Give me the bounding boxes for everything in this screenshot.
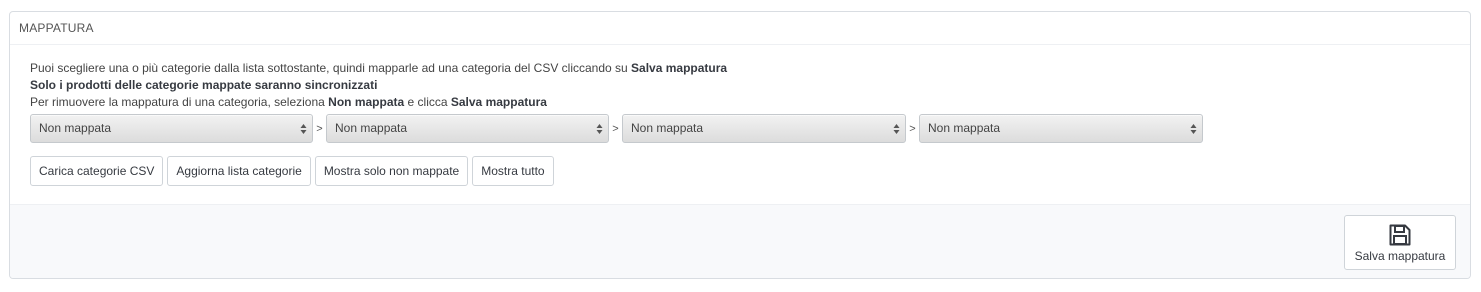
select-arrows-icon bbox=[300, 124, 307, 134]
category-select-3[interactable]: Non mappata bbox=[622, 114, 906, 143]
description-line-3-text-a: Per rimuovere la mappatura di una catego… bbox=[30, 95, 329, 109]
refresh-category-list-button[interactable]: Aggiorna lista categorie bbox=[167, 156, 311, 186]
description-line-3-text-b: e clicca bbox=[404, 95, 451, 109]
description-line-1-text: Puoi scegliere una o più categorie dalla… bbox=[30, 61, 632, 75]
category-select-2-value: Non mappata bbox=[335, 121, 408, 135]
description: Puoi scegliere una o più categorie dalla… bbox=[30, 60, 1450, 111]
description-line-1-bold: Salva mappatura bbox=[631, 61, 728, 75]
panel-title: MAPPATURA bbox=[10, 12, 1470, 45]
category-select-3-value: Non mappata bbox=[631, 121, 704, 135]
action-buttons: Carica categorie CSV Aggiorna lista cate… bbox=[30, 156, 1450, 186]
category-select-2[interactable]: Non mappata bbox=[326, 114, 609, 143]
description-line-1: Puoi scegliere una o più categorie dalla… bbox=[30, 60, 1450, 77]
load-csv-categories-button[interactable]: Carica categorie CSV bbox=[30, 156, 164, 186]
category-select-4[interactable]: Non mappata bbox=[919, 114, 1203, 143]
panel-body: Puoi scegliere una o più categorie dalla… bbox=[10, 45, 1470, 186]
description-line-3: Per rimuovere la mappatura di una catego… bbox=[30, 94, 1450, 111]
description-line-2: Solo i prodotti delle categorie mappate … bbox=[30, 77, 1450, 94]
level-separator: > bbox=[612, 122, 619, 135]
level-separator: > bbox=[909, 122, 916, 135]
select-arrows-icon bbox=[893, 124, 900, 134]
category-select-row: Non mappata > Non mappata > Non mappata … bbox=[30, 113, 1450, 144]
category-select-1[interactable]: Non mappata bbox=[30, 114, 313, 143]
panel-footer: Salva mappatura bbox=[10, 204, 1470, 278]
select-arrows-icon bbox=[596, 124, 603, 134]
level-separator: > bbox=[316, 122, 323, 135]
floppy-disk-icon bbox=[1389, 224, 1411, 246]
category-select-1-value: Non mappata bbox=[39, 121, 112, 135]
save-mapping-label: Salva mappatura bbox=[1354, 249, 1446, 263]
description-line-2-bold: Solo i prodotti delle categorie mappate … bbox=[30, 78, 378, 92]
select-arrows-icon bbox=[1190, 124, 1197, 134]
category-select-4-value: Non mappata bbox=[928, 121, 1001, 135]
mapping-panel: MAPPATURA Puoi scegliere una o più categ… bbox=[9, 11, 1471, 279]
description-line-3-bold-b: Salva mappatura bbox=[450, 95, 547, 109]
save-mapping-button[interactable]: Salva mappatura bbox=[1344, 215, 1456, 270]
show-all-button[interactable]: Mostra tutto bbox=[472, 156, 554, 186]
show-unmapped-only-button[interactable]: Mostra solo non mappate bbox=[314, 156, 469, 186]
description-line-3-bold-a: Non mappata bbox=[328, 95, 405, 109]
